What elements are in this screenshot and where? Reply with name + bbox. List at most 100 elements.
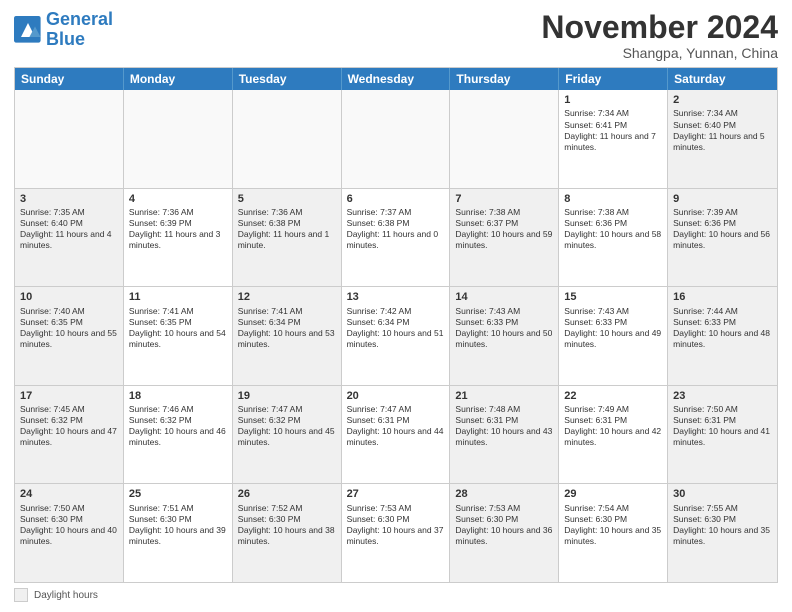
daylight: Daylight: 10 hours and 38 minutes. xyxy=(238,525,335,546)
daylight: Daylight: 10 hours and 39 minutes. xyxy=(129,525,226,546)
day-number: 13 xyxy=(347,290,445,304)
day-number: 23 xyxy=(673,389,772,403)
sunrise: Sunrise: 7:38 AM xyxy=(564,207,629,217)
day-number: 14 xyxy=(455,290,553,304)
daylight: Daylight: 10 hours and 48 minutes. xyxy=(673,328,770,349)
header-saturday: Saturday xyxy=(668,68,777,90)
calendar-cell: 24Sunrise: 7:50 AMSunset: 6:30 PMDayligh… xyxy=(15,484,124,582)
sunrise: Sunrise: 7:35 AM xyxy=(20,207,85,217)
calendar-cell: 15Sunrise: 7:43 AMSunset: 6:33 PMDayligh… xyxy=(559,287,668,385)
daylight: Daylight: 10 hours and 49 minutes. xyxy=(564,328,661,349)
sunrise: Sunrise: 7:39 AM xyxy=(673,207,738,217)
calendar-cell: 22Sunrise: 7:49 AMSunset: 6:31 PMDayligh… xyxy=(559,386,668,484)
logo: General Blue xyxy=(14,10,113,50)
calendar-cell: 29 Sunrise: 7:54 AMSunset: 6:30 PMDayligh… xyxy=(559,484,668,582)
sunrise: Sunrise: 7:54 AM xyxy=(564,503,629,513)
sunrise: Sunrise: 7:50 AM xyxy=(673,404,738,414)
sunset: Sunset: 6:41 PM xyxy=(564,120,627,130)
daylight: Daylight: 11 hours and 4 minutes. xyxy=(20,229,112,250)
sunrise: Sunrise: 7:50 AM xyxy=(20,503,85,513)
daylight: Daylight: 10 hours and 51 minutes. xyxy=(347,328,444,349)
calendar-cell: 1Sunrise: 7:34 AMSunset: 6:41 PMDaylight… xyxy=(559,90,668,188)
day-number: 1 xyxy=(564,93,662,107)
day-number: 27 xyxy=(347,487,445,501)
day-number: 19 xyxy=(238,389,336,403)
sunrise: Sunrise: 7:55 AM xyxy=(673,503,738,513)
sunrise: Sunrise: 7:41 AM xyxy=(238,306,303,316)
sunset: Sunset: 6:39 PM xyxy=(129,218,192,228)
calendar-cell: 28Sunrise: 7:53 AMSunset: 6:30 PMDayligh… xyxy=(450,484,559,582)
footer-shading-box xyxy=(14,588,28,602)
day-number: 15 xyxy=(564,290,662,304)
sunrise: Sunrise: 7:34 AM xyxy=(673,108,738,118)
sunrise: Sunrise: 7:40 AM xyxy=(20,306,85,316)
calendar-row: 17Sunrise: 7:45 AMSunset: 6:32 PMDayligh… xyxy=(15,385,777,484)
daylight: Daylight: 10 hours and 40 minutes. xyxy=(20,525,117,546)
sunset: Sunset: 6:30 PM xyxy=(455,514,518,524)
sunset: Sunset: 6:31 PM xyxy=(673,415,736,425)
day-number: 10 xyxy=(20,290,118,304)
calendar-cell: 25Sunrise: 7:51 AMSunset: 6:30 PMDayligh… xyxy=(124,484,233,582)
day-number: 3 xyxy=(20,192,118,206)
day-number: 12 xyxy=(238,290,336,304)
page: General Blue November 2024 Shangpa, Yunn… xyxy=(0,0,792,612)
sunset: Sunset: 6:36 PM xyxy=(564,218,627,228)
sunset: Sunset: 6:30 PM xyxy=(564,514,627,524)
daylight: Daylight: 10 hours and 46 minutes. xyxy=(129,426,226,447)
sunset: Sunset: 6:38 PM xyxy=(238,218,301,228)
sunset: Sunset: 6:34 PM xyxy=(238,317,301,327)
calendar-cell xyxy=(233,90,342,188)
header-sunday: Sunday xyxy=(15,68,124,90)
sunrise: Sunrise: 7:36 AM xyxy=(238,207,303,217)
daylight: Daylight: 10 hours and 41 minutes. xyxy=(673,426,770,447)
day-number: 8 xyxy=(564,192,662,206)
header-friday: Friday xyxy=(559,68,668,90)
sunrise: Sunrise: 7:41 AM xyxy=(129,306,194,316)
daylight: Daylight: 11 hours and 5 minutes. xyxy=(673,131,765,152)
sunrise: Sunrise: 7:42 AM xyxy=(347,306,412,316)
logo-text: General Blue xyxy=(46,10,113,50)
daylight: Daylight: 10 hours and 35 minutes. xyxy=(564,525,661,546)
calendar-cell: 9Sunrise: 7:39 AMSunset: 6:36 PMDaylight… xyxy=(668,189,777,287)
sunset: Sunset: 6:37 PM xyxy=(455,218,518,228)
sunset: Sunset: 6:35 PM xyxy=(20,317,83,327)
sunset: Sunset: 6:36 PM xyxy=(673,218,736,228)
month-title: November 2024 xyxy=(541,10,778,45)
sunrise: Sunrise: 7:52 AM xyxy=(238,503,303,513)
calendar-cell: 6Sunrise: 7:37 AMSunset: 6:38 PMDaylight… xyxy=(342,189,451,287)
calendar-cell: 3Sunrise: 7:35 AMSunset: 6:40 PMDaylight… xyxy=(15,189,124,287)
day-number: 22 xyxy=(564,389,662,403)
day-number: 11 xyxy=(129,290,227,304)
calendar-cell: 13 Sunrise: 7:42 AMSunset: 6:34 PMDayligh… xyxy=(342,287,451,385)
sunrise: Sunrise: 7:53 AM xyxy=(347,503,412,513)
logo-blue: Blue xyxy=(46,29,85,49)
sunset: Sunset: 6:34 PM xyxy=(347,317,410,327)
sunrise: Sunrise: 7:49 AM xyxy=(564,404,629,414)
calendar-header: Sunday Monday Tuesday Wednesday Thursday… xyxy=(15,68,777,90)
day-number: 29 xyxy=(564,487,662,501)
calendar-cell: 2Sunrise: 7:34 AMSunset: 6:40 PMDaylight… xyxy=(668,90,777,188)
calendar-body: 1Sunrise: 7:34 AMSunset: 6:41 PMDaylight… xyxy=(15,90,777,582)
daylight: Daylight: 10 hours and 54 minutes. xyxy=(129,328,226,349)
calendar-cell xyxy=(450,90,559,188)
sunset: Sunset: 6:40 PM xyxy=(20,218,83,228)
sunrise: Sunrise: 7:38 AM xyxy=(455,207,520,217)
daylight: Daylight: 10 hours and 50 minutes. xyxy=(455,328,552,349)
calendar-cell: 12Sunrise: 7:41 AMSunset: 6:34 PMDayligh… xyxy=(233,287,342,385)
day-number: 18 xyxy=(129,389,227,403)
sunset: Sunset: 6:38 PM xyxy=(347,218,410,228)
calendar-cell: 14Sunrise: 7:43 AMSunset: 6:33 PMDayligh… xyxy=(450,287,559,385)
header-monday: Monday xyxy=(124,68,233,90)
day-number: 2 xyxy=(673,93,772,107)
calendar-cell: 8Sunrise: 7:38 AMSunset: 6:36 PMDaylight… xyxy=(559,189,668,287)
day-number: 5 xyxy=(238,192,336,206)
day-number: 30 xyxy=(673,487,772,501)
daylight: Daylight: 10 hours and 42 minutes. xyxy=(564,426,661,447)
daylight: Daylight: 11 hours and 7 minutes. xyxy=(564,131,656,152)
calendar-row: 3Sunrise: 7:35 AMSunset: 6:40 PMDaylight… xyxy=(15,188,777,287)
sunrise: Sunrise: 7:53 AM xyxy=(455,503,520,513)
daylight: Daylight: 10 hours and 35 minutes. xyxy=(673,525,770,546)
sunset: Sunset: 6:33 PM xyxy=(455,317,518,327)
sunset: Sunset: 6:30 PM xyxy=(347,514,410,524)
sunset: Sunset: 6:32 PM xyxy=(129,415,192,425)
